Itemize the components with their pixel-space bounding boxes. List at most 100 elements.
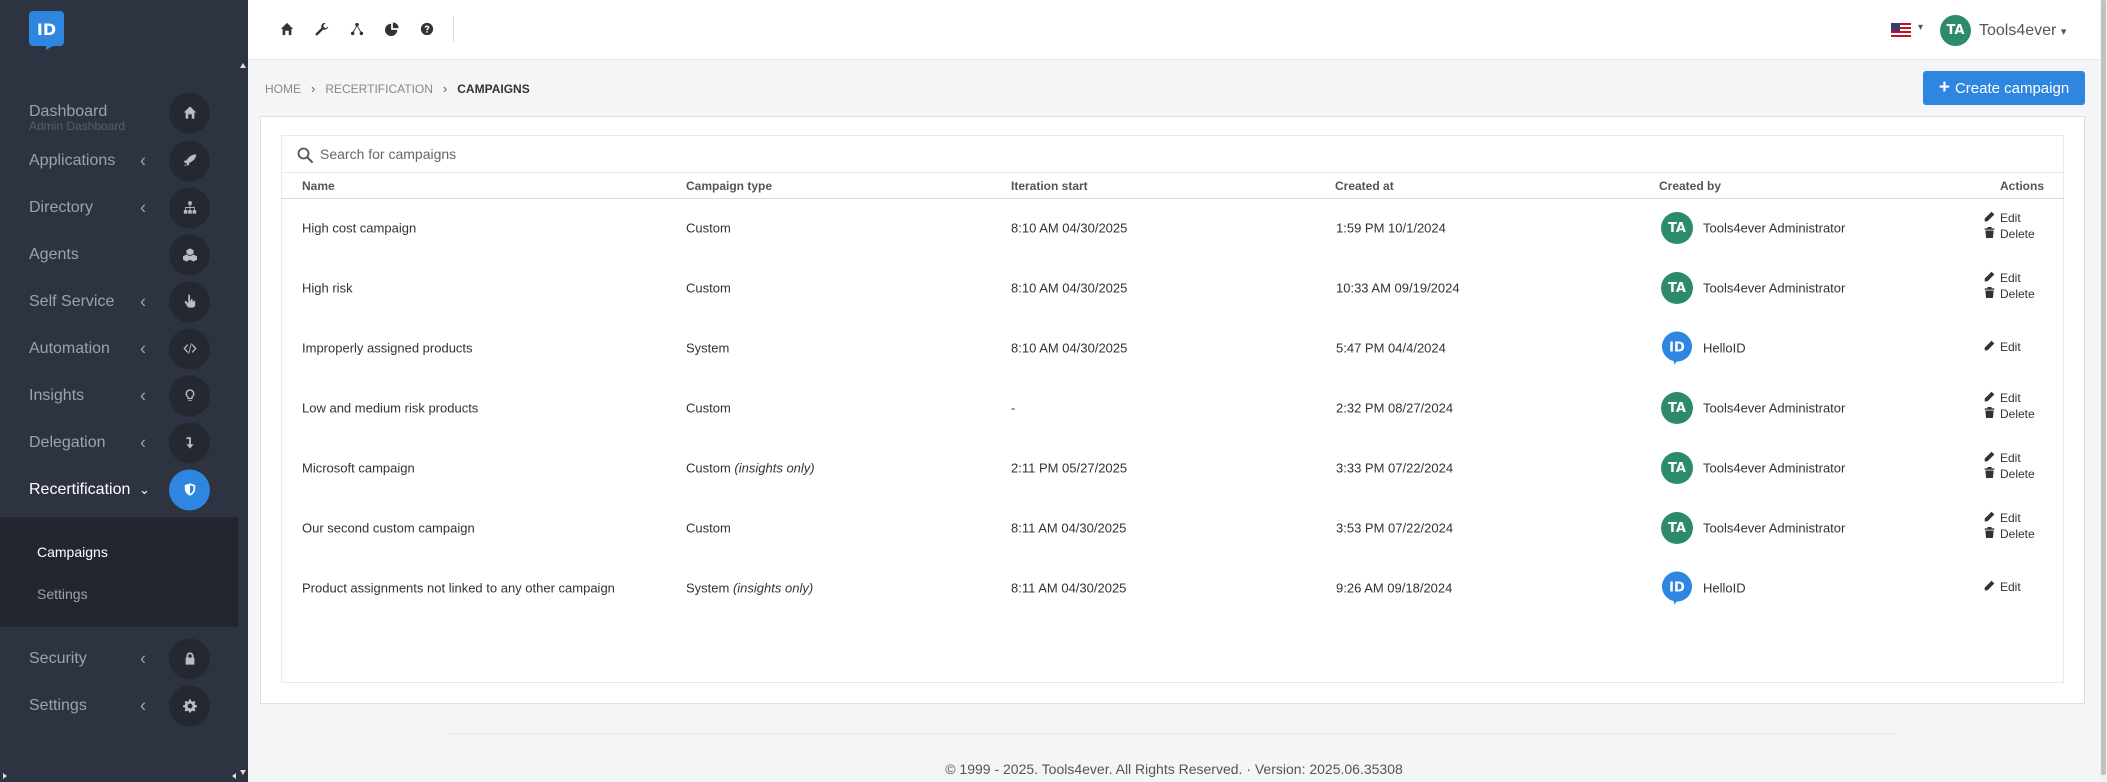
- sidebar-item-settings[interactable]: Settings ‹: [0, 682, 238, 729]
- delete-button[interactable]: Delete: [1984, 467, 2035, 481]
- created-by: Tools4ever Administrator: [1703, 460, 1846, 476]
- table-row[interactable]: Microsoft campaign Custom (insights only)…: [281, 438, 2064, 498]
- help-icon[interactable]: [418, 20, 436, 38]
- delete-button[interactable]: Delete: [1984, 527, 2035, 541]
- home-icon[interactable]: [278, 20, 296, 38]
- cubes-icon: [169, 234, 210, 275]
- created-at: 10:33 AM 09/19/2024: [1336, 280, 1460, 296]
- iteration-start: 2:11 PM 05/27/2025: [1011, 460, 1128, 476]
- sidebar-item-dashboard[interactable]: Dashboard Admin Dashboard: [0, 89, 238, 136]
- delete-button[interactable]: Delete: [1984, 227, 2035, 241]
- chevron-left-icon: ‹: [140, 432, 146, 452]
- page-scrollbar-thumb[interactable]: [2101, 0, 2106, 775]
- sitemap-icon: [169, 187, 210, 228]
- campaign-name[interactable]: High cost campaign: [302, 221, 416, 236]
- trash-icon: [1984, 467, 2000, 481]
- campaign-name[interactable]: Low and medium risk products: [302, 401, 478, 416]
- campaign-name[interactable]: Product assignments not linked to any ot…: [302, 581, 615, 596]
- submenu-item-campaigns[interactable]: Campaigns: [37, 544, 108, 560]
- sidebar-item-applications[interactable]: Applications ‹: [0, 137, 238, 184]
- breadcrumb-home[interactable]: HOME: [265, 82, 301, 96]
- sidebar-item-recertification[interactable]: Recertification ⌄: [0, 466, 238, 513]
- sidebar-item-insights[interactable]: Insights ‹: [0, 372, 238, 419]
- created-at: 2:32 PM 08/27/2024: [1336, 400, 1454, 416]
- toolbar-divider: [453, 16, 454, 42]
- shield-icon: [169, 469, 210, 510]
- table-row[interactable]: Low and medium risk products Custom - 2:32 …: [281, 378, 2064, 438]
- pencil-icon: [1984, 271, 2000, 285]
- chevron-left-icon: ‹: [140, 385, 146, 405]
- breadcrumb-current: CAMPAIGNS: [457, 81, 530, 96]
- table-row[interactable]: Product assignments not linked to any ot…: [281, 558, 2064, 618]
- campaign-type: Custom: [686, 520, 731, 536]
- created-by: Tools4ever Administrator: [1703, 520, 1846, 536]
- share-icon[interactable]: [348, 20, 366, 38]
- helloid-avatar: ID: [1662, 571, 1692, 605]
- chevron-left-icon: ‹: [140, 695, 146, 715]
- user-avatar[interactable]: TA: [1940, 15, 1971, 46]
- rocket-icon: [169, 140, 210, 181]
- sidebar-item-agents[interactable]: Agents: [0, 231, 238, 278]
- chart-pie-icon[interactable]: [383, 20, 401, 38]
- edit-button[interactable]: Edit: [1984, 340, 2021, 354]
- campaign-name[interactable]: High risk: [302, 281, 353, 296]
- svg-text:ID: ID: [1669, 341, 1685, 356]
- level-down-icon: [169, 422, 210, 463]
- search-input[interactable]: [320, 143, 920, 165]
- edit-button[interactable]: Edit: [1984, 511, 2021, 525]
- created-at: 1:59 PM 10/1/2024: [1336, 220, 1446, 236]
- column-header-campaign-type[interactable]: Campaign type: [686, 179, 772, 193]
- breadcrumb-recertification[interactable]: RECERTIFICATION: [325, 82, 433, 96]
- edit-button[interactable]: Edit: [1984, 391, 2021, 405]
- delete-button[interactable]: Delete: [1984, 287, 2035, 301]
- top-bar: ▾ TA Tools4ever ▾: [248, 0, 2100, 60]
- created-by: HelloID: [1703, 340, 1746, 356]
- column-header-actions: Actions: [2000, 179, 2045, 193]
- pencil-icon: [1984, 511, 2000, 525]
- edit-button[interactable]: Edit: [1984, 211, 2021, 225]
- search-divider: [281, 172, 2064, 173]
- column-header-name[interactable]: Name: [302, 179, 335, 193]
- sidebar-item-security[interactable]: Security ‹: [0, 635, 238, 682]
- edit-button[interactable]: Edit: [1984, 271, 2021, 285]
- sidebar-item-automation[interactable]: Automation ‹: [0, 325, 238, 372]
- campaign-name[interactable]: Microsoft campaign: [302, 461, 415, 476]
- campaign-type: Custom: [686, 400, 731, 416]
- hand-pointer-icon: [169, 281, 210, 322]
- sidebar-item-directory[interactable]: Directory ‹: [0, 184, 238, 231]
- submenu-item-settings[interactable]: Settings: [37, 586, 88, 602]
- campaign-name[interactable]: Improperly assigned products: [302, 341, 473, 356]
- column-header-iteration-start[interactable]: Iteration start: [1011, 179, 1088, 193]
- breadcrumb: HOME › RECERTIFICATION › CAMPAIGNS: [265, 81, 530, 96]
- iteration-start: 8:11 AM 04/30/2025: [1011, 520, 1127, 536]
- sidebar-horizontal-scrollbar[interactable]: [0, 770, 248, 782]
- sidebar-item-subtitle: Admin Dashboard: [29, 119, 126, 133]
- wrench-icon[interactable]: [313, 20, 331, 38]
- campaign-type: Custom: [686, 220, 731, 236]
- column-header-created-at[interactable]: Created at: [1335, 179, 1394, 193]
- edit-button[interactable]: Edit: [1984, 580, 2021, 594]
- campaign-name[interactable]: Our second custom campaign: [302, 521, 475, 536]
- create-campaign-button[interactable]: + Create campaign: [1923, 71, 2085, 105]
- table-row[interactable]: Our second custom campaign Custom 8:11 AM …: [281, 498, 2064, 558]
- sidebar-item-delegation[interactable]: Delegation ‹: [0, 419, 238, 466]
- us-flag-icon[interactable]: [1891, 23, 1911, 37]
- user-menu[interactable]: Tools4ever ▾: [1979, 22, 2066, 40]
- helloid-logo[interactable]: ID: [29, 11, 64, 50]
- column-header-created-by[interactable]: Created by: [1659, 179, 1721, 193]
- edit-button[interactable]: Edit: [1984, 451, 2021, 465]
- iteration-start: 8:10 AM 04/30/2025: [1011, 280, 1128, 296]
- sidebar-item-self-service[interactable]: Self Service ‹: [0, 278, 238, 325]
- search-icon: [297, 147, 313, 163]
- created-by: HelloID: [1703, 580, 1746, 596]
- chevron-left-icon: ‹: [140, 197, 146, 217]
- delete-button[interactable]: Delete: [1984, 407, 2035, 421]
- table-row[interactable]: Improperly assigned products System 8:10 A…: [281, 318, 2064, 378]
- table-row[interactable]: High cost campaign Custom 8:10 AM 04/30/20…: [281, 198, 2064, 258]
- sidebar-scrollbar[interactable]: [238, 60, 248, 782]
- table-row[interactable]: High risk Custom 8:10 AM 04/30/2025 10:33 A…: [281, 258, 2064, 318]
- language-caret-icon[interactable]: ▾: [1918, 22, 1923, 33]
- chevron-right-icon: ›: [442, 81, 448, 96]
- campaign-type: Custom (insights only): [686, 460, 815, 476]
- chevron-left-icon: ‹: [140, 338, 146, 358]
